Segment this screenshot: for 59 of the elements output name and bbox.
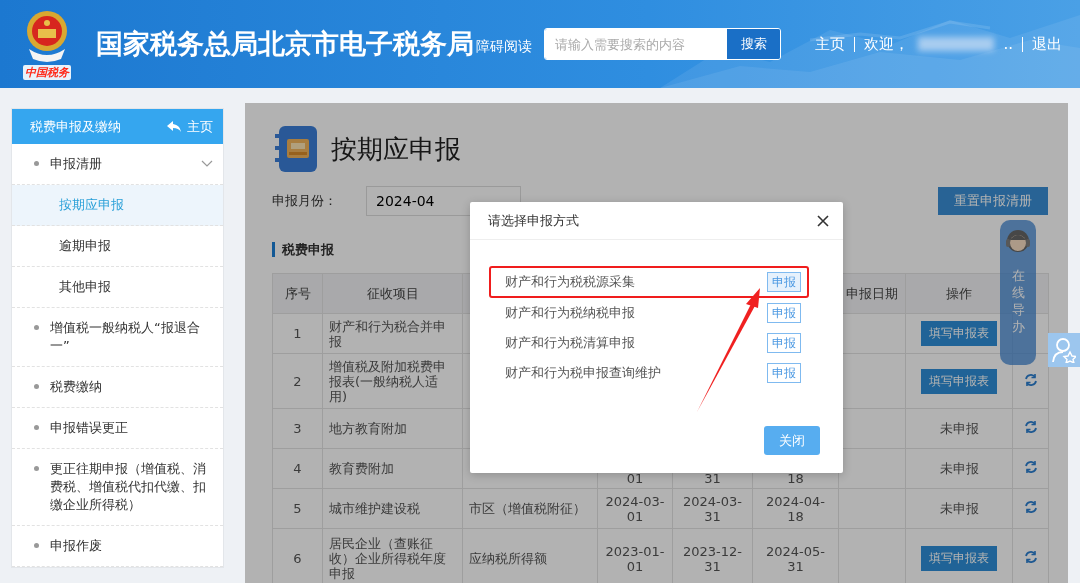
greeting-text: 欢迎， [864, 34, 910, 54]
table-cell: 6 [272, 528, 323, 583]
table-cell: 5 [272, 488, 323, 529]
refresh-icon[interactable] [1023, 420, 1038, 434]
table-cell: 城市维护建设税 [322, 488, 463, 529]
close-icon[interactable] [817, 214, 829, 227]
option-label: 财产和行为税申报查询维护 [505, 364, 661, 382]
close-button[interactable]: 关闭 [764, 426, 820, 455]
search-field[interactable]: 请输入需要搜索的内容 搜索 [543, 28, 782, 60]
table-cell: 2024-03-31 [672, 488, 753, 529]
declare-button[interactable]: 申报 [767, 303, 801, 323]
search-button[interactable]: 搜索 [726, 29, 781, 59]
refresh-icon[interactable] [1023, 550, 1038, 564]
option-label: 财产和行为税纳税申报 [505, 304, 635, 322]
status-text: 未申报 [939, 501, 979, 516]
chevron-icon[interactable] [201, 160, 213, 168]
option-label: 财产和行为税税源采集 [505, 273, 635, 291]
column-header: 征收项目 [322, 273, 463, 314]
site-title: 国家税务总局北京市电子税务局 [95, 27, 474, 61]
home-link[interactable]: 主页 [815, 34, 846, 54]
refresh-icon[interactable] [1023, 372, 1038, 387]
table-cell: 增值税及附加税费申报表(一般纳税人适用) [322, 353, 463, 409]
table-cell: 2 [272, 353, 323, 409]
logo-caption: 中国税务 [22, 64, 71, 80]
refresh-icon[interactable] [1023, 460, 1038, 474]
table-cell: 2024-04-18 [752, 488, 839, 529]
fill-form-button[interactable]: 填写申报表 [921, 546, 997, 571]
reply-arrow-icon [167, 120, 181, 133]
table-cell: 2024-03-01 [597, 488, 673, 529]
agent-avatar-icon [1005, 228, 1031, 254]
name-ellipsis: .. [1003, 35, 1013, 53]
page-title: 按期应申报 [331, 132, 461, 166]
accessibility-link[interactable]: 障碍阅读 [475, 38, 532, 56]
sidebar-title: 税费申报及缴纳 [30, 117, 121, 136]
table-cell: 教育费附加 [322, 448, 463, 489]
declare-button[interactable]: 申报 [767, 272, 801, 292]
notebook-icon [275, 126, 317, 172]
table-cell: 4 [272, 448, 323, 489]
declare-button[interactable]: 申报 [767, 363, 801, 383]
logout-link[interactable]: 退出 [1032, 34, 1062, 54]
table-cell: 地方教育附加 [322, 408, 463, 449]
home-link[interactable]: 主页 [167, 117, 213, 136]
table-cell: 财产和行为税合并申报 [322, 313, 463, 354]
status-text: 未申报 [939, 421, 979, 436]
refresh-icon[interactable] [1023, 500, 1038, 514]
month-label: 申报月份： [272, 192, 338, 210]
table-cell: 3 [272, 408, 323, 449]
table-cell: 1 [272, 313, 323, 354]
online-guide-widget[interactable]: 在线导办 [1000, 220, 1036, 365]
status-text: 未申报 [939, 461, 979, 476]
widget-label: 在线导办 [1011, 268, 1025, 336]
reset-button[interactable]: 重置申报清册 [938, 187, 1048, 215]
option-label: 财产和行为税清算申报 [505, 334, 635, 352]
sidebar-item[interactable]: 按期应申报 [12, 185, 223, 226]
table-cell: 市区（增值税附征） [462, 488, 598, 529]
column-header: 序号 [272, 273, 323, 314]
fill-form-button[interactable]: 填写申报表 [921, 368, 997, 394]
declare-button[interactable]: 申报 [767, 333, 801, 353]
fill-form-button[interactable]: 填写申报表 [921, 321, 997, 346]
